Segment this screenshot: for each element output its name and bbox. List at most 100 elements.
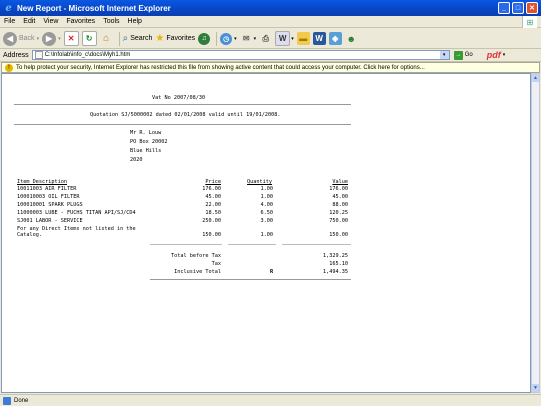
page-content: Vat No 2007/08/30 Quotation SJ/5000002 d… [1,73,531,393]
divider [228,244,276,245]
go-button[interactable]: → Go [453,50,473,60]
maximize-button[interactable]: □ [512,2,524,14]
favorites-star-icon: ★ [155,33,165,44]
back-label: Back [19,35,35,42]
mail-button[interactable]: ✉ ▾ [240,31,257,47]
home-icon: ⌂ [103,33,110,44]
edit-dropdown-icon: ▾ [291,35,294,42]
refresh-icon: ↻ [81,31,97,46]
mail-icon: ✉ [242,34,250,43]
inclusive-total-label: Inclusive Total [174,269,221,275]
divider [150,244,222,245]
header-quantity: Quantity [247,179,272,185]
forward-dropdown-icon: ▾ [58,35,61,42]
item-price: 22.00 [205,202,221,208]
favorites-button[interactable]: ★ Favorites [155,31,195,47]
vat-number: Vat No 2007/08/30 [152,95,206,101]
folder-button[interactable]: ▬ [296,31,310,47]
divider [282,244,351,245]
scroll-up-icon[interactable]: ▲ [532,74,539,82]
back-dropdown-icon: ▾ [36,35,40,42]
word-button[interactable]: W [312,31,326,47]
total-before-tax-label: Total before Tax [171,253,221,259]
menu-help[interactable]: Help [124,18,146,25]
menu-edit[interactable]: Edit [19,18,39,25]
address-bar: Address C:\Infolab\info_c\docs\Myh1.htm … [0,49,541,62]
search-button[interactable]: ⌕ Search [123,31,153,47]
total-before-tax-value: 1,329.25 [323,253,348,259]
toolbar-separator [216,31,218,46]
pdf-dropdown-icon[interactable]: ▾ [503,52,506,58]
header-price: Price [205,179,221,185]
menu-tools[interactable]: Tools [99,18,123,25]
item-description: 100010003 OIL FILTER [17,194,80,200]
word-icon: W [312,32,326,45]
go-arrow-icon: → [453,50,463,60]
item-value: 45.00 [332,194,348,200]
close-button[interactable]: ✕ [526,2,538,14]
minimize-button[interactable]: _ [498,2,510,14]
media-icon: ♫ [198,32,211,45]
forward-button[interactable]: ▶ ▾ [42,31,61,47]
vertical-scrollbar[interactable]: ▲ ▼ [531,73,540,393]
toolbar: ◀ Back ▾ ▶ ▾ ✕ ↻ ⌂ ⌕ Search ★ Favorites … [0,29,541,49]
item-description-continued: Catalog. [17,232,42,238]
research-icon: ◈ [328,32,342,45]
address-value: C:\Infolab\info_c\docs\Myh1.htm [44,52,131,58]
divider [14,124,351,125]
address-dropdown-icon[interactable]: ▾ [439,51,449,59]
back-button[interactable]: ◀ Back ▾ [3,31,39,47]
address-label: Address [3,51,29,59]
item-value: 150.00 [329,232,348,238]
mail-dropdown-icon: ▾ [253,35,257,42]
scroll-down-icon[interactable]: ▼ [532,384,539,392]
header-item-description: Item Description [17,179,67,185]
edit-page-icon: W [275,31,291,46]
stop-icon: ✕ [63,31,79,46]
security-information-bar[interactable]: ! To help protect your security, Interne… [1,62,540,73]
item-price: 18.50 [205,210,221,216]
menu-favorites[interactable]: Favorites [62,18,99,25]
item-quantity: 4.00 [260,202,274,208]
media-button[interactable]: ♫ [198,31,211,47]
item-value: 88.00 [332,202,348,208]
menu-file[interactable]: File [0,18,19,25]
inclusive-total-value: 1,494.35 [323,269,348,275]
item-quantity: 3.00 [260,218,274,224]
item-description: SJ001 LABOR - SERVICE [17,218,83,224]
search-icon: ⌕ [122,33,129,44]
messenger-icon: ☻ [346,33,356,44]
menu-view[interactable]: View [39,18,62,25]
pdf-button[interactable]: pdf [487,50,501,60]
page-icon [34,51,43,59]
messenger-button[interactable]: ☻ [345,31,358,47]
quotation-line: Quotation SJ/5000002 dated 02/01/2008 va… [90,112,281,118]
refresh-button[interactable]: ↻ [81,31,97,47]
item-quantity: 6.50 [260,210,274,216]
stop-button[interactable]: ✕ [63,31,79,47]
history-button[interactable]: ◷ ▾ [220,31,237,47]
item-price: 250.00 [202,218,221,224]
divider [14,104,351,105]
item-price: 176.00 [202,186,221,192]
item-quantity: 1.00 [260,232,274,238]
header-value: Value [332,179,348,185]
home-button[interactable]: ⌂ [100,31,113,47]
item-price: 45.00 [205,194,221,200]
print-button[interactable]: ⎙ [259,31,272,47]
item-description: 11000003 LUBE - FUCHS TITAN API/SJ/CD4 [17,210,136,216]
folder-icon: ▬ [296,32,310,45]
status-bar: Done [0,394,541,406]
item-price: 150.00 [202,232,221,238]
infobar-message: To help protect your security, Internet … [16,64,425,71]
research-button[interactable]: ◈ [328,31,342,47]
address-input[interactable]: C:\Infolab\info_c\docs\Myh1.htm ▾ [31,50,450,60]
item-quantity: 1.00 [260,186,274,192]
tax-label: Tax [211,261,221,267]
print-icon: ⎙ [262,33,269,43]
favorites-label: Favorites [166,35,196,42]
windows-logo-icon: ⊞ [522,16,537,28]
edit-button[interactable]: W ▾ [275,31,294,47]
history-dropdown-icon: ▾ [234,35,237,42]
internet-explorer-icon: e [5,2,12,14]
